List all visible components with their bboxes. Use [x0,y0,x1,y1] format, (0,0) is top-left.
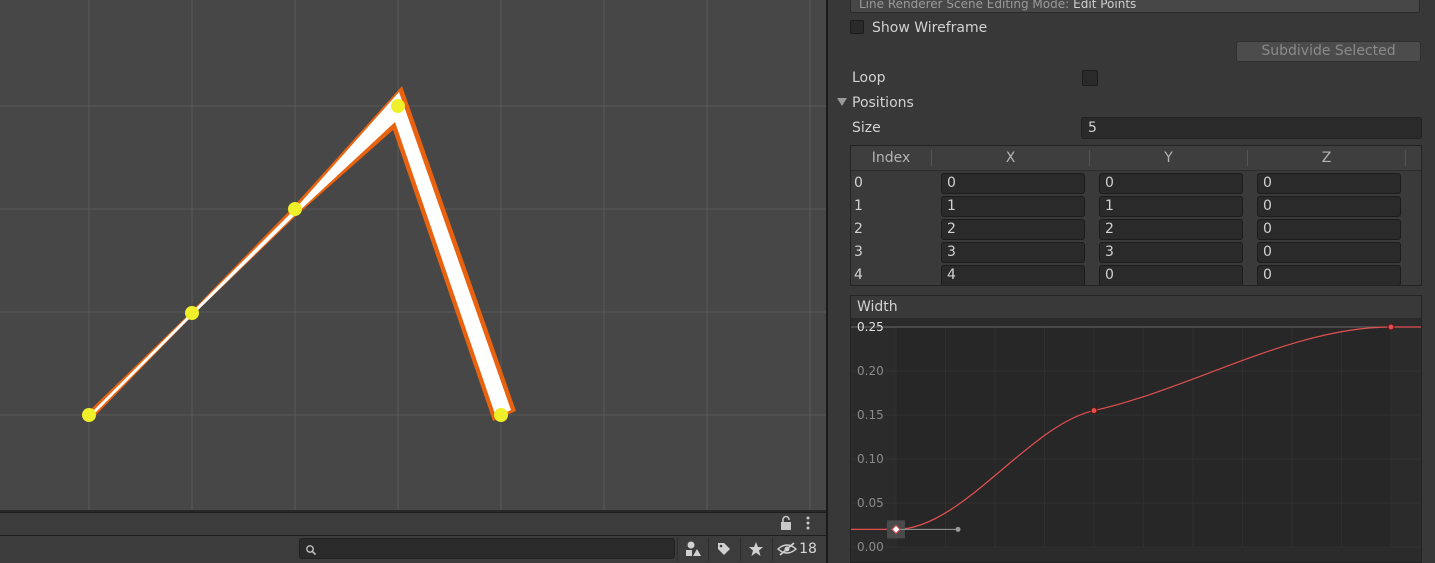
row-index: 1 [854,198,863,214]
scene-canvas[interactable] [0,0,826,510]
show-wireframe-checkbox[interactable] [850,20,864,34]
table-row[interactable]: 1 1 1 0 [851,195,1421,217]
col-x-header[interactable]: X [933,146,1088,170]
favorites-button[interactable] [740,537,771,561]
width-curve-title: Width [851,296,1421,318]
z-cell[interactable]: 0 [1257,265,1401,285]
z-cell[interactable]: 0 [1257,196,1401,217]
star-icon [749,542,763,556]
z-cell[interactable]: 0 [1257,219,1401,240]
table-row[interactable]: 3 3 3 0 [851,241,1421,263]
y-cell[interactable]: 3 [1099,242,1243,263]
line-point-3[interactable] [391,99,405,113]
col-index-header[interactable]: Index [859,146,923,170]
scene-view[interactable] [0,0,826,510]
curve-y-tick-label: 0.10 [857,452,884,466]
scene-editing-mode-label: Line Renderer Scene Editing Mode: [859,0,1070,11]
lock-icon[interactable] [779,515,793,531]
table-row[interactable]: 2 2 2 0 [851,218,1421,240]
search-input[interactable] [299,538,675,559]
curve-y-tick-label: 0.05 [857,496,884,510]
shapes-filter-button[interactable] [677,537,708,561]
scene-grid [0,0,826,510]
row-index: 2 [854,221,863,237]
loop-checkbox[interactable] [1082,70,1098,86]
col-y-header[interactable]: Y [1091,146,1246,170]
positions-foldout-arrow-icon[interactable] [837,98,847,106]
width-curve-editor[interactable]: Width 0.25 0.20 0.15 0.10 0.05 0.00 [850,295,1422,563]
kebab-menu-icon[interactable] [803,514,813,532]
row-index: 4 [854,267,863,283]
panel-header-strip [0,512,826,536]
inspector-panel: Line Renderer Scene Editing Mode: Edit Po… [828,0,1435,563]
positions-table-header: Index X Y Z [851,146,1421,171]
col-separator [931,150,932,166]
positions-table: Index X Y Z 0 0 0 0 1 1 1 0 2 2 2 0 3 3 … [850,145,1422,286]
line-renderer-body [89,92,511,417]
tangent-handle-point[interactable] [955,526,961,532]
loop-label: Loop [852,70,886,86]
row-index: 3 [854,244,863,260]
hidden-eye-icon [777,542,798,556]
curve-y-tick-label: 0.25 [857,320,884,334]
y-cell[interactable]: 0 [1099,173,1243,194]
x-cell[interactable]: 4 [941,265,1085,285]
curve-key[interactable] [1387,323,1395,331]
width-curve-graph[interactable]: 0.25 0.20 0.15 0.10 0.05 0.00 [851,318,1421,563]
scene-editing-mode-value: Edit Points [1073,0,1137,11]
tag-icon [718,543,730,555]
x-cell[interactable]: 1 [941,196,1085,217]
search-text[interactable] [320,539,668,558]
z-cell[interactable]: 0 [1257,173,1401,194]
line-point-4[interactable] [494,408,508,422]
y-cell[interactable]: 0 [1099,265,1243,285]
scene-editing-mode-field[interactable]: Line Renderer Scene Editing Mode: Edit Po… [850,0,1420,13]
hidden-objects-toggle[interactable]: 18 [772,537,821,561]
col-separator [1405,150,1406,166]
size-label: Size [852,120,881,136]
table-row[interactable]: 0 0 0 0 [851,172,1421,194]
search-icon [305,541,317,556]
line-point-0[interactable] [82,408,96,422]
col-z-header[interactable]: Z [1249,146,1404,170]
table-row[interactable]: 4 4 0 0 [851,264,1421,285]
line-point-2[interactable] [288,202,302,216]
y-cell[interactable]: 2 [1099,219,1243,240]
curve-y-tick-label: 0.15 [857,408,884,422]
curve-y-tick-label: 0.00 [857,540,884,554]
x-cell[interactable]: 2 [941,219,1085,240]
curve-y-tick-label: 0.20 [857,364,884,378]
positions-foldout[interactable]: Positions [852,95,914,111]
x-cell[interactable]: 3 [941,242,1085,263]
subdivide-selected-button[interactable]: Subdivide Selected [1236,41,1421,62]
z-cell[interactable]: 0 [1257,242,1401,263]
show-wireframe-label: Show Wireframe [872,20,988,36]
col-separator [1089,150,1090,166]
line-point-1[interactable] [185,306,199,320]
curve-key[interactable] [1090,407,1098,415]
row-index: 0 [854,175,863,191]
y-cell[interactable]: 1 [1099,196,1243,217]
col-separator [1247,150,1248,166]
hidden-count: 18 [799,541,817,557]
size-field[interactable]: 5 [1081,117,1422,139]
x-cell[interactable]: 0 [941,173,1085,194]
shapes-filter-icon [686,541,701,556]
tag-filter-button[interactable] [708,537,739,561]
